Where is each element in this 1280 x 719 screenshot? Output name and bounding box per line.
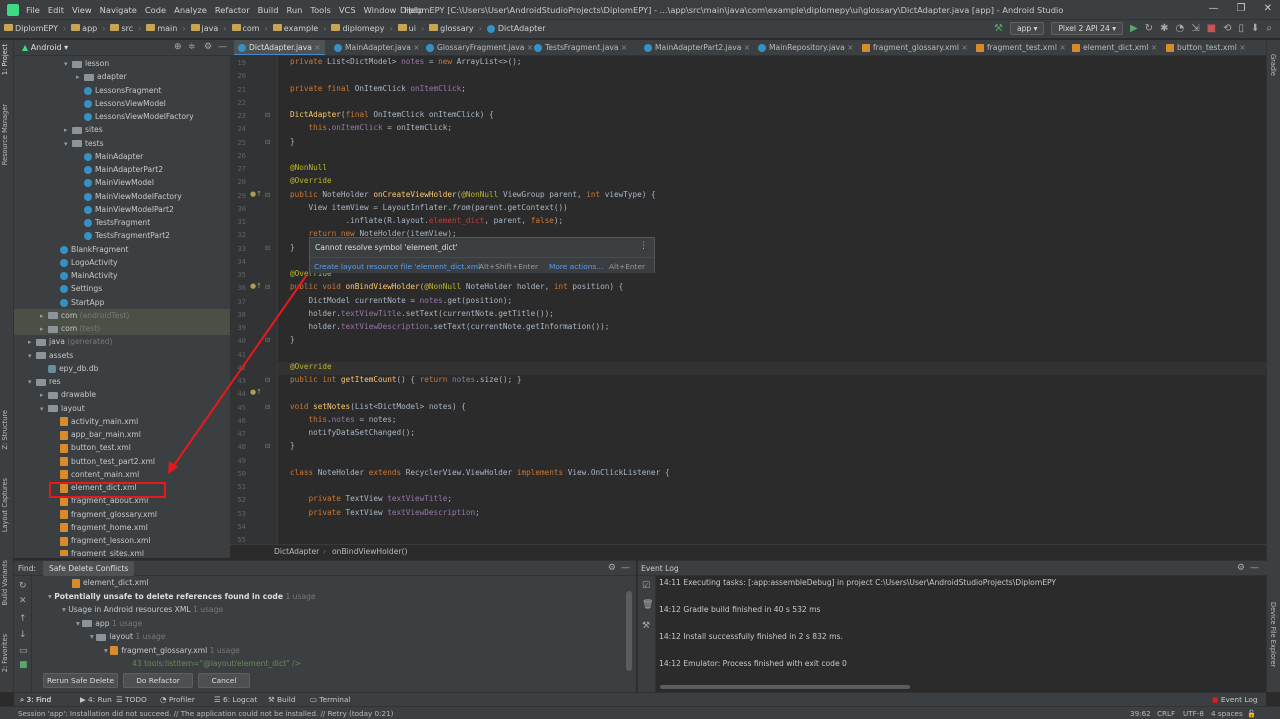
arrow-line <box>171 275 307 469</box>
annotation-arrow <box>168 275 307 474</box>
